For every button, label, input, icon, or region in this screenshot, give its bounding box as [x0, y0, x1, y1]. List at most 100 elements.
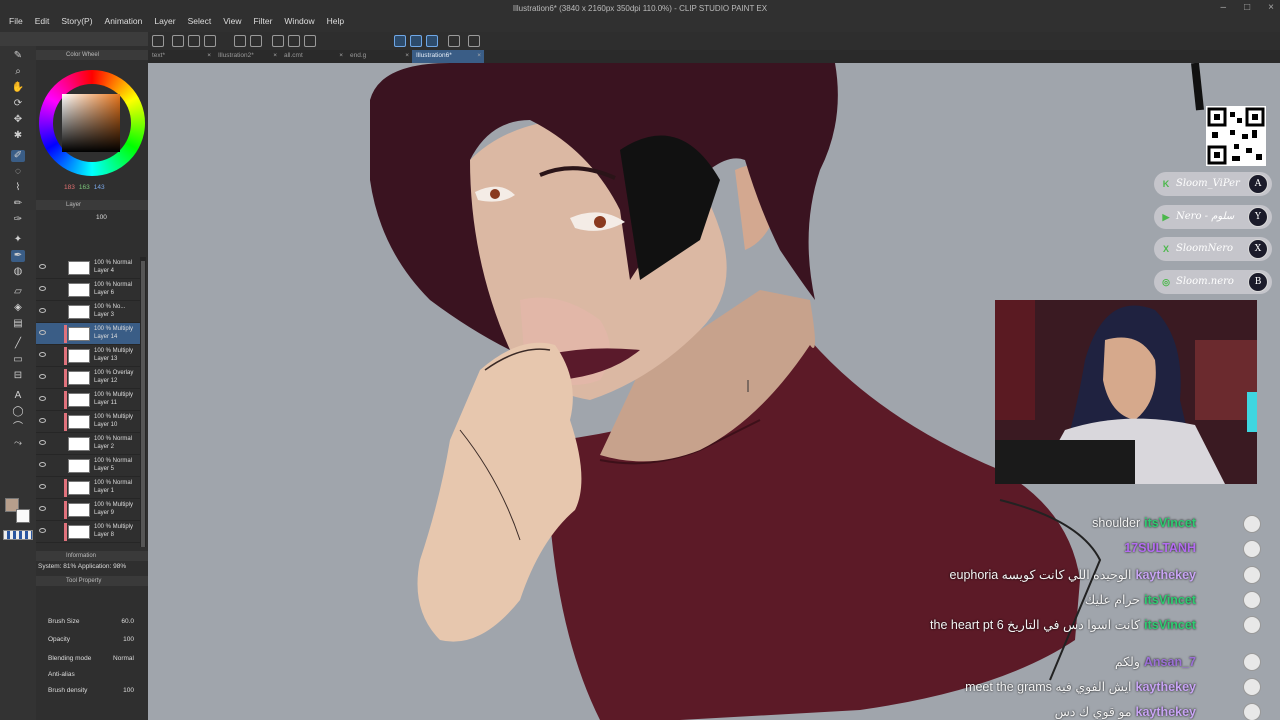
- menu-story[interactable]: Story(P): [56, 16, 97, 26]
- social-badge: K Sloom_ViPer A: [1154, 172, 1272, 196]
- fill-tool-icon[interactable]: ◈: [11, 302, 25, 314]
- menu-filter[interactable]: Filter: [249, 16, 278, 26]
- print-icon[interactable]: [204, 35, 216, 47]
- layer-row[interactable]: 100 % No... Layer 3: [36, 301, 140, 323]
- visibility-eye-icon[interactable]: [39, 330, 46, 335]
- menu-animation[interactable]: Animation: [100, 16, 148, 26]
- visibility-eye-icon[interactable]: [39, 286, 46, 291]
- layer-row[interactable]: 100 % Normal Layer 2: [36, 433, 140, 455]
- close-icon[interactable]: ×: [1268, 2, 1274, 13]
- menu-view[interactable]: View: [218, 16, 246, 26]
- figure-tool-icon[interactable]: ╱: [11, 338, 25, 350]
- new-canvas-icon[interactable]: [152, 35, 164, 47]
- operation-tool-icon[interactable]: ✱: [11, 130, 25, 142]
- water-tool-icon[interactable]: ◍: [11, 266, 25, 278]
- brush-density-row[interactable]: Brush density 100: [48, 687, 144, 694]
- social-avatar: A: [1248, 174, 1268, 194]
- eyedropper-tool-icon[interactable]: ⌇: [11, 182, 25, 194]
- visibility-eye-icon[interactable]: [39, 528, 46, 533]
- layer-row[interactable]: 100 % Multiply Layer 14: [36, 323, 140, 345]
- pencil-tool-icon[interactable]: ✏: [11, 198, 25, 210]
- chat-avatar: [1243, 653, 1261, 671]
- airbrush-tool-icon[interactable]: ✑: [11, 214, 25, 226]
- undo-icon[interactable]: [234, 35, 246, 47]
- layer-row[interactable]: 100 % Multiply Layer 10: [36, 411, 140, 433]
- layer-row[interactable]: 100 % Normal Layer 6: [36, 279, 140, 301]
- menu-file[interactable]: File: [4, 16, 28, 26]
- anti-alias-row[interactable]: Anti-alias: [48, 671, 144, 678]
- decoration-tool-icon[interactable]: ✦: [11, 234, 25, 246]
- visibility-eye-icon[interactable]: [39, 396, 46, 401]
- layer-scrollbar[interactable]: [140, 257, 146, 547]
- transparent-color-swatch[interactable]: [3, 530, 33, 540]
- visibility-eye-icon[interactable]: [39, 506, 46, 511]
- blending-mode-row[interactable]: Blending mode Normal: [48, 655, 144, 662]
- visibility-eye-icon[interactable]: [39, 264, 46, 269]
- visibility-eye-icon[interactable]: [39, 462, 46, 467]
- sub-color-swatch[interactable]: [16, 509, 30, 523]
- opacity-row[interactable]: Opacity 100: [48, 636, 144, 643]
- brush-size-row[interactable]: Brush Size 60.0: [48, 618, 144, 625]
- menu-edit[interactable]: Edit: [30, 16, 55, 26]
- open-icon[interactable]: [172, 35, 184, 47]
- layer-row[interactable]: 100 % Multiply Layer 8: [36, 521, 140, 543]
- snap-grid-icon[interactable]: [426, 35, 438, 47]
- transform-icon[interactable]: [304, 35, 316, 47]
- gradient-tool-icon[interactable]: ▤: [11, 318, 25, 330]
- blend-tool-icon[interactable]: ✒: [11, 250, 25, 262]
- visibility-eye-icon[interactable]: [39, 374, 46, 379]
- menu-layer[interactable]: Layer: [149, 16, 180, 26]
- maximize-icon[interactable]: □: [1244, 2, 1250, 13]
- ruler-tool-icon[interactable]: ⊟: [11, 370, 25, 382]
- lasso-tool-icon[interactable]: ◌: [11, 166, 25, 178]
- frame-tool-icon[interactable]: ▭: [11, 354, 25, 366]
- redo-icon[interactable]: [250, 35, 262, 47]
- tab-all[interactable]: all.cmt ×: [280, 50, 346, 63]
- brush-tool-icon[interactable]: ✐: [11, 150, 25, 162]
- visibility-eye-icon[interactable]: [39, 440, 46, 445]
- tab-illustration2[interactable]: Illustration2* ×: [214, 50, 280, 63]
- visibility-eye-icon[interactable]: [39, 418, 46, 423]
- clear-icon[interactable]: [272, 35, 284, 47]
- sync-icon[interactable]: [468, 35, 480, 47]
- menu-help[interactable]: Help: [322, 16, 349, 26]
- fill-icon[interactable]: [288, 35, 300, 47]
- rotate-tool-icon[interactable]: ⟳: [11, 98, 25, 110]
- layer-row[interactable]: 100 % Overlay Layer 12: [36, 367, 140, 389]
- balloon-tool-icon[interactable]: ◯: [11, 406, 25, 418]
- text-tool-icon[interactable]: A: [11, 390, 25, 402]
- zoom-tool-icon[interactable]: ⌕: [11, 66, 25, 78]
- pen-tool-icon[interactable]: ✎: [11, 50, 25, 62]
- layer-opacity-value[interactable]: 100: [96, 214, 107, 221]
- menu-window[interactable]: Window: [279, 16, 319, 26]
- hand-tool-icon[interactable]: ✋: [11, 82, 25, 94]
- rgb-readout: 183 163 143: [64, 184, 105, 191]
- visibility-eye-icon[interactable]: [39, 352, 46, 357]
- social-avatar: Y: [1248, 207, 1268, 227]
- correction-tool-icon[interactable]: ⌒: [11, 422, 25, 434]
- layer-row[interactable]: 100 % Normal Layer 1: [36, 477, 140, 499]
- layer-row[interactable]: 100 % Multiply Layer 9: [36, 499, 140, 521]
- move-tool-icon[interactable]: ✥: [11, 114, 25, 126]
- layer-row[interactable]: 100 % Multiply Layer 11: [36, 389, 140, 411]
- settings-icon[interactable]: [448, 35, 460, 47]
- eraser-tool-icon[interactable]: ▱: [11, 286, 25, 298]
- minimize-icon[interactable]: –: [1221, 2, 1227, 13]
- snap-ruler-icon[interactable]: [394, 35, 406, 47]
- save-icon[interactable]: [188, 35, 200, 47]
- clipping-indicator: [64, 479, 67, 497]
- visibility-eye-icon[interactable]: [39, 308, 46, 313]
- menu-select[interactable]: Select: [183, 16, 217, 26]
- saturation-value-square[interactable]: [62, 94, 120, 152]
- visibility-eye-icon[interactable]: [39, 484, 46, 489]
- tab-text[interactable]: text* ×: [148, 50, 214, 63]
- sub-view-tool-icon[interactable]: ⤳: [11, 438, 25, 450]
- clipping-indicator: [64, 369, 67, 387]
- layer-row[interactable]: 100 % Normal Layer 5: [36, 455, 140, 477]
- tab-illustration6[interactable]: Illustration6* ×: [412, 50, 484, 63]
- layer-row[interactable]: 100 % Multiply Layer 13: [36, 345, 140, 367]
- layer-row[interactable]: 100 % Normal Layer 4: [36, 257, 140, 279]
- snap-special-ruler-icon[interactable]: [410, 35, 422, 47]
- layer-name: Layer 5: [94, 466, 115, 472]
- tab-end[interactable]: end.g ×: [346, 50, 412, 63]
